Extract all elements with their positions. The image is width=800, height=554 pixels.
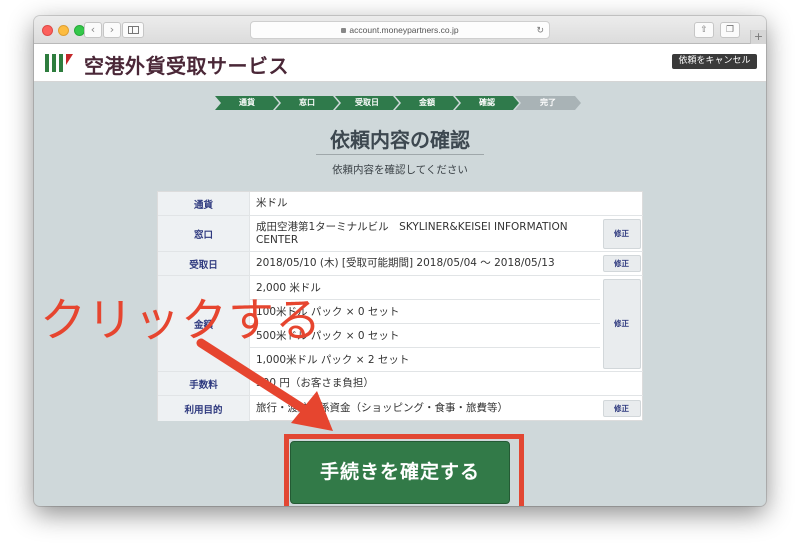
step-counter: 窓口 (275, 96, 339, 110)
amount-edit-button[interactable]: 修正 (602, 278, 641, 369)
step-currency: 通貨 (215, 96, 279, 110)
purpose-edit-cell: 修正 (600, 396, 643, 421)
sidebar-icon (128, 26, 139, 34)
step-complete: 完了 (515, 96, 581, 110)
site-header: 空港外貨受取サービス 依頼をキャンセル (34, 44, 766, 82)
cancel-request-button[interactable]: 依頼をキャンセル (672, 54, 757, 69)
counter-value: 成田空港第1ターミナルビル SKYLINER&KEISEI INFORMATIO… (250, 216, 600, 252)
pickup-date-edit-button[interactable]: 修正 (602, 255, 641, 272)
step-amount: 金額 (395, 96, 459, 110)
annotation-arrow-icon (196, 338, 333, 431)
amount-edit-cell: 修正 (600, 276, 643, 372)
browser-window: ‹ › account.moneypartners.co.jp ↻ ⇧ ❐ + … (34, 16, 766, 506)
counter-edit-cell: 修正 (600, 216, 643, 252)
sidebar-toggle-button[interactable] (122, 22, 144, 38)
close-window-button[interactable] (42, 25, 53, 36)
minimize-window-button[interactable] (58, 25, 69, 36)
browser-toolbar: ‹ › account.moneypartners.co.jp ↻ ⇧ ❐ + (34, 16, 766, 44)
page-title: 依頼内容の確認 (330, 128, 470, 152)
step-pickup-date: 受取日 (335, 96, 399, 110)
currency-value: 米ドル (250, 192, 643, 216)
confirm-procedure-button[interactable]: 手続きを確定する (290, 441, 510, 504)
address-bar[interactable]: account.moneypartners.co.jp ↻ (250, 21, 550, 39)
purpose-edit-button[interactable]: 修正 (602, 400, 641, 417)
reload-icon[interactable]: ↻ (536, 22, 544, 38)
address-text: account.moneypartners.co.jp (349, 25, 459, 35)
counter-edit-button[interactable]: 修正 (602, 218, 641, 249)
logo-mark-icon (45, 54, 77, 72)
counter-label: 窓口 (158, 216, 250, 252)
currency-label: 通貨 (158, 192, 250, 216)
share-button[interactable]: ⇧ (694, 22, 714, 38)
pickup-date-edit-cell: 修正 (600, 252, 643, 276)
show-tabs-button[interactable]: ❐ (720, 22, 740, 38)
new-tab-button[interactable]: + (750, 30, 766, 44)
pickup-date-label: 受取日 (158, 252, 250, 276)
pickup-date-value: 2018/05/10 (木) [受取可能期間] 2018/05/04 〜 201… (250, 252, 600, 276)
step-confirm: 確認 (455, 96, 519, 110)
back-button[interactable]: ‹ (84, 22, 102, 38)
lock-icon (341, 28, 347, 33)
forward-button[interactable]: › (103, 22, 121, 38)
page-subtitle: 依頼内容を確認してください (332, 164, 468, 176)
site-title: 空港外貨受取サービス (84, 54, 289, 78)
title-divider (316, 154, 484, 155)
